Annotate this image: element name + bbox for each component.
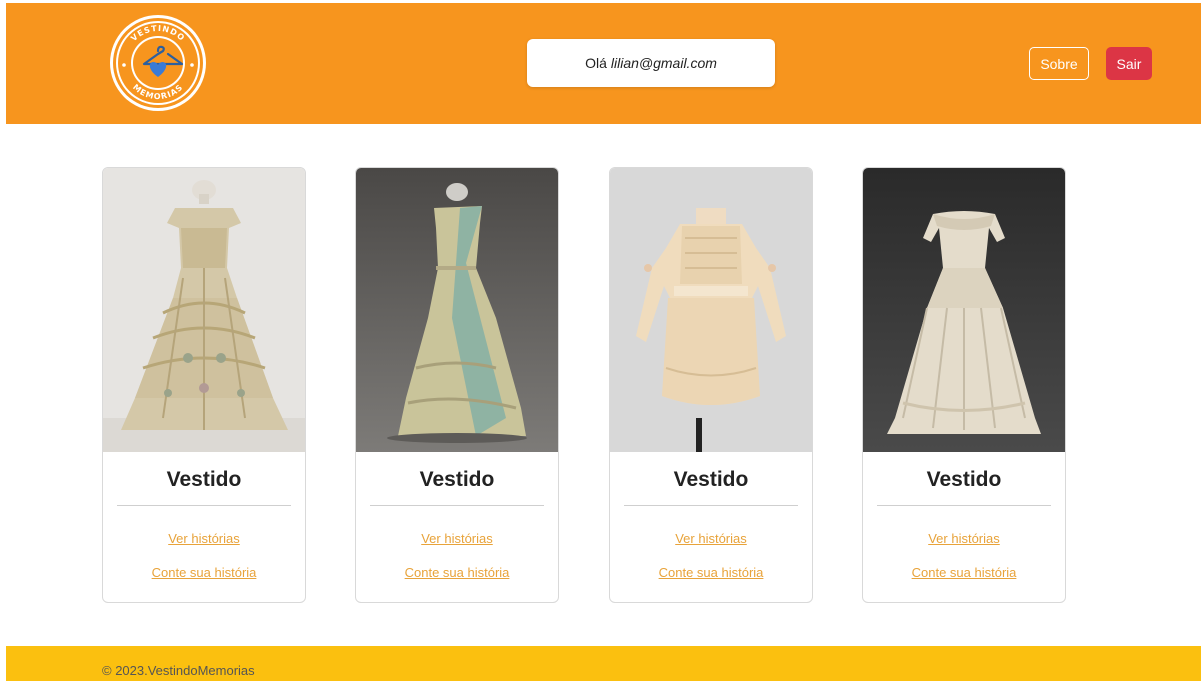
card-title: Vestido	[926, 468, 1002, 491]
card-title: Vestido	[419, 468, 495, 491]
dress-photo[interactable]	[356, 168, 558, 452]
dress-photo[interactable]	[863, 168, 1065, 452]
dress-card: Vestido Ver histórias Conte sua história	[102, 167, 306, 603]
ver-historias-link[interactable]: Ver histórias	[610, 531, 812, 546]
card-divider	[117, 505, 291, 506]
dress-card: Vestido Ver histórias Conte sua história	[609, 167, 813, 603]
dress-photo[interactable]	[610, 168, 812, 452]
conte-sua-historia-link[interactable]: Conte sua história	[610, 565, 812, 580]
conte-sua-historia-link[interactable]: Conte sua história	[103, 565, 305, 580]
copyright-text: © 2023.VestindoMemorias	[102, 663, 255, 678]
vestindo-memorias-logo[interactable]: VESTINDO MEMORIAS	[108, 13, 208, 113]
dress-card: Vestido Ver histórias Conte sua história	[355, 167, 559, 603]
ver-historias-link[interactable]: Ver histórias	[863, 531, 1065, 546]
user-greeting: Olá lilian@gmail.com	[527, 39, 775, 87]
card-divider	[624, 505, 798, 506]
card-title: Vestido	[166, 468, 242, 491]
greeting-prefix: Olá	[585, 55, 607, 71]
card-divider	[877, 505, 1051, 506]
dress-photo[interactable]	[103, 168, 305, 452]
ver-historias-link[interactable]: Ver histórias	[356, 531, 558, 546]
card-title: Vestido	[673, 468, 749, 491]
conte-sua-historia-link[interactable]: Conte sua história	[356, 565, 558, 580]
sobre-button[interactable]: Sobre	[1029, 47, 1089, 80]
sair-button[interactable]: Sair	[1106, 47, 1152, 80]
ver-historias-link[interactable]: Ver histórias	[103, 531, 305, 546]
card-divider	[370, 505, 544, 506]
conte-sua-historia-link[interactable]: Conte sua história	[863, 565, 1065, 580]
site-header: VESTINDO MEMORIAS Olá lilian@gmail.com S…	[6, 3, 1201, 124]
user-email: lilian@gmail.com	[610, 55, 717, 71]
site-footer: © 2023.VestindoMemorias	[6, 646, 1201, 681]
dress-card: Vestido Ver histórias Conte sua história	[862, 167, 1066, 603]
